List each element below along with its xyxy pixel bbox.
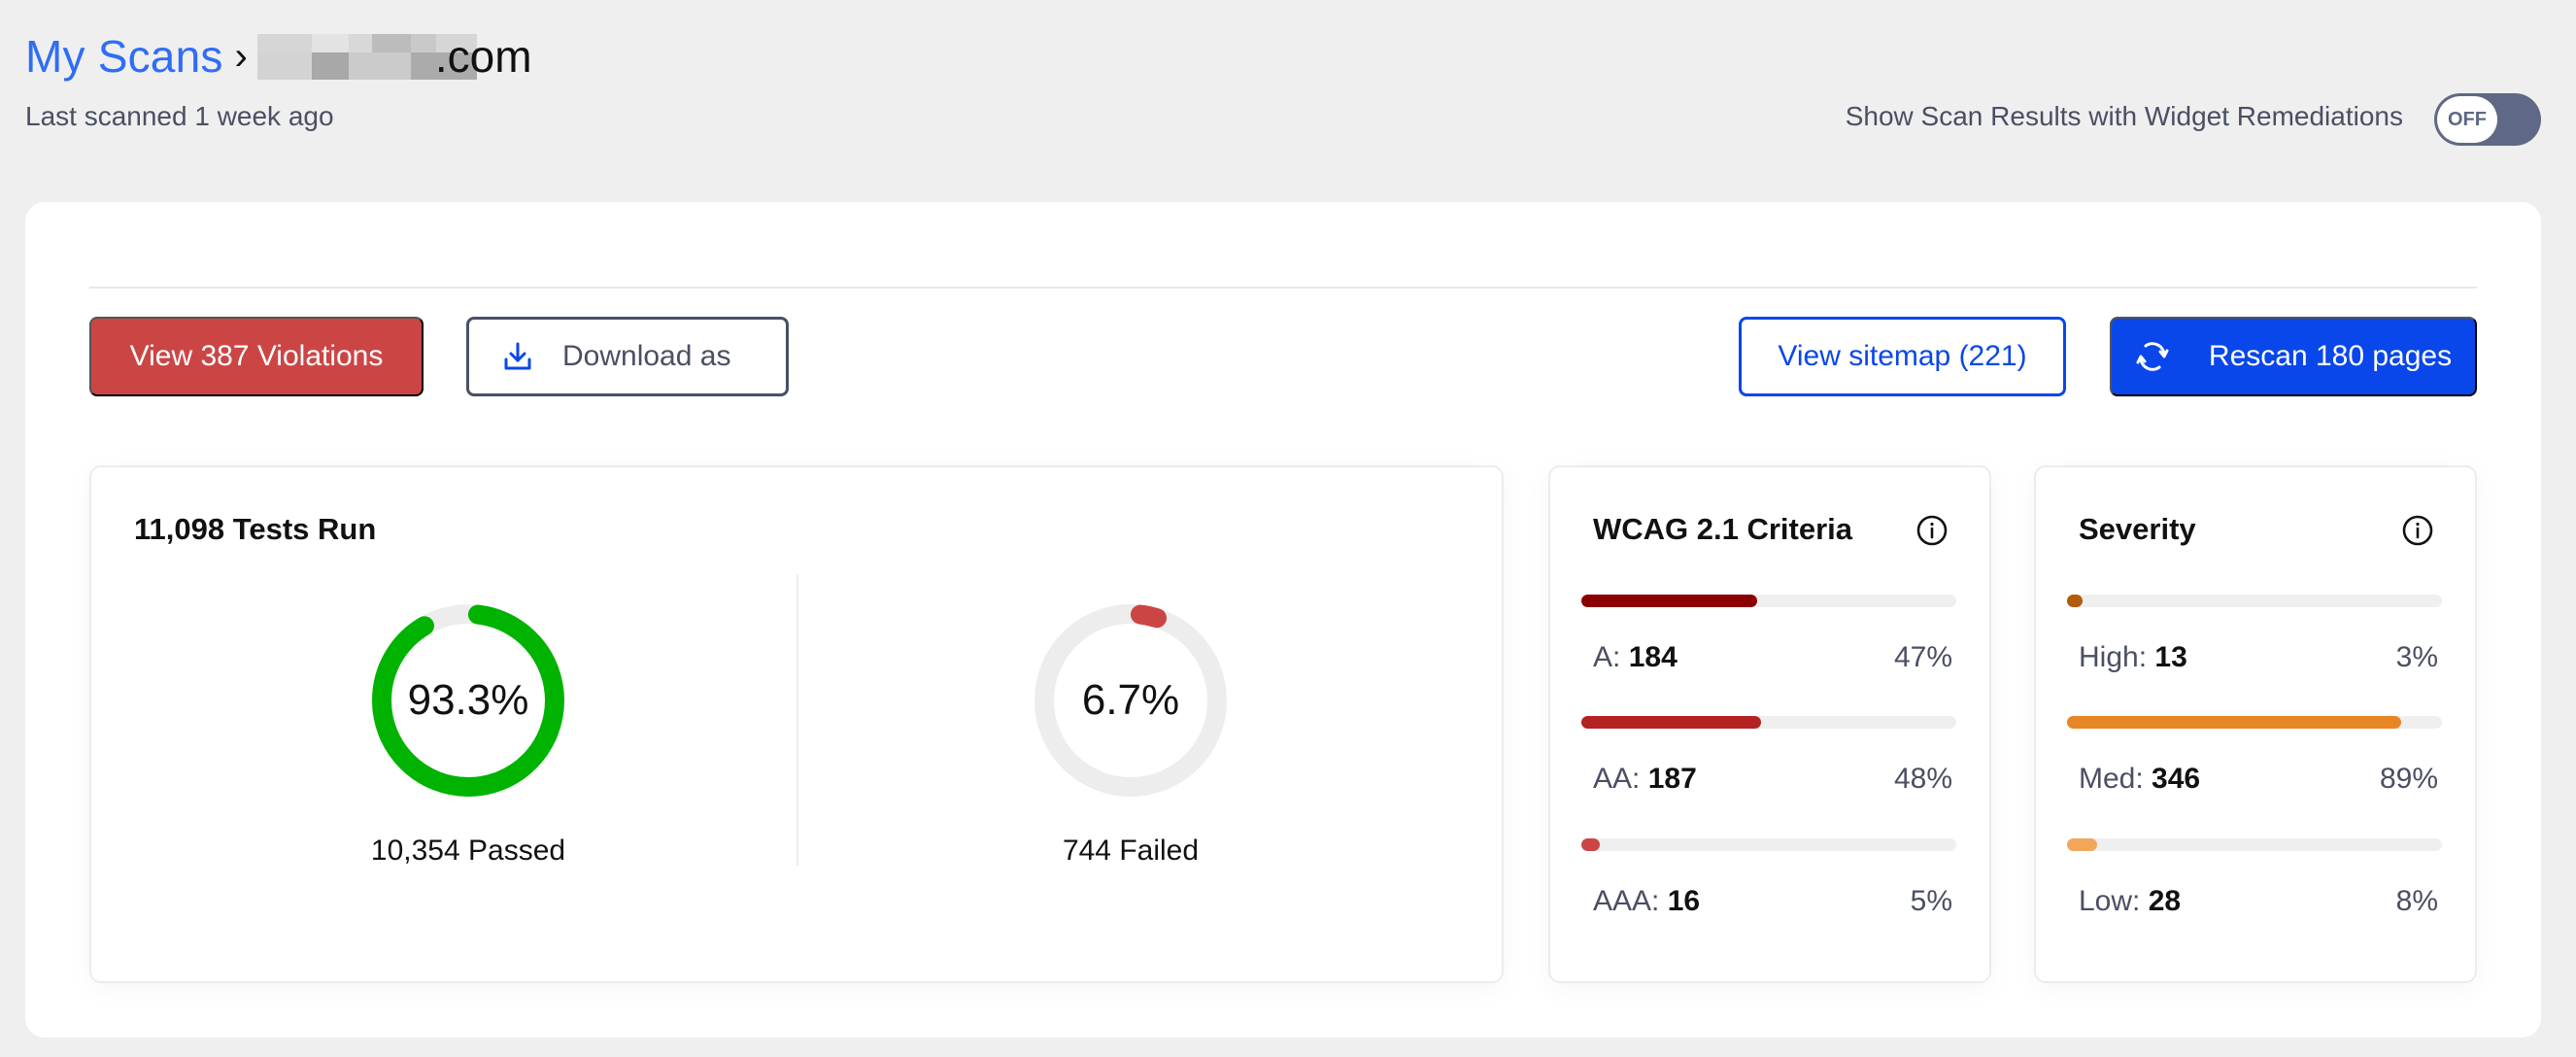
severity-percent: 8% xyxy=(2395,885,2438,917)
bar-fill xyxy=(2067,716,2401,729)
severity-row-low: Low: 28 8% xyxy=(2067,838,2448,945)
level-label: AA: xyxy=(1593,763,1641,795)
wcag-row-aaa: AAA: 16 5% xyxy=(1581,838,1962,945)
severity-count: 346 xyxy=(2152,763,2201,795)
download-as-label: Download as xyxy=(562,340,731,372)
breadcrumb-my-scans-link[interactable]: My Scans xyxy=(25,30,223,83)
wcag-row-a: A: 184 47% xyxy=(1581,595,1962,701)
info-icon[interactable] xyxy=(1915,514,1949,547)
severity-count: 28 xyxy=(2148,885,2182,917)
rescan-button[interactable]: Rescan 180 pages xyxy=(2110,317,2477,396)
bar-track xyxy=(1581,838,1956,851)
redacted-domain xyxy=(256,33,477,80)
bar-track xyxy=(2067,838,2442,851)
failed-percent: 6.7% xyxy=(1081,676,1180,724)
vertical-divider xyxy=(797,574,798,866)
view-violations-button[interactable]: View 387 Violations xyxy=(89,317,424,396)
severity-label: High: xyxy=(2079,641,2148,673)
severity-title: Severity xyxy=(2079,512,2196,546)
bar-track xyxy=(2067,595,2442,607)
severity-label: Low: xyxy=(2079,885,2141,917)
severity-row-high: High: 13 3% xyxy=(2067,595,2448,701)
level-label: A: xyxy=(1593,641,1621,673)
widget-remediations-label: Show Scan Results with Widget Remediatio… xyxy=(1845,101,2403,131)
bar-track xyxy=(1581,595,1956,607)
severity-label: Med: xyxy=(2079,763,2144,795)
breadcrumb: My Scans › .com xyxy=(25,25,532,87)
bar-fill xyxy=(1581,716,1762,729)
wcag-criteria-title: WCAG 2.1 Criteria xyxy=(1593,512,1853,546)
bar-fill xyxy=(2067,595,2083,607)
severity-card: Severity High: 13 3% Med: 346 89% Low: 2… xyxy=(2034,465,2477,983)
divider xyxy=(89,287,2477,289)
bar-fill xyxy=(1581,838,1601,851)
severity-count: 13 xyxy=(2154,641,2187,673)
passed-count: 10,354 Passed xyxy=(370,835,566,867)
bar-fill xyxy=(1581,595,1758,607)
passed-percent: 93.3% xyxy=(407,676,529,724)
wcag-criteria-card: WCAG 2.1 Criteria A: 184 47% AA: 187 48%… xyxy=(1548,465,1991,983)
level-count: 16 xyxy=(1667,885,1701,917)
breadcrumb-separator-icon: › xyxy=(234,34,248,78)
view-sitemap-button[interactable]: View sitemap (221) xyxy=(1739,317,2066,396)
bar-fill xyxy=(2067,838,2097,851)
passed-donut: 93.3% xyxy=(361,594,575,807)
tests-run-card: 11,098 Tests Run 93.3% 10,354 Passed 6.7… xyxy=(89,465,1504,983)
info-icon[interactable] xyxy=(2401,514,2434,547)
failed-count: 744 Failed xyxy=(1062,835,1200,867)
bar-track xyxy=(2067,716,2442,729)
rescan-label: Rescan 180 pages xyxy=(2208,340,2453,372)
refresh-icon xyxy=(2136,342,2169,371)
severity-percent: 3% xyxy=(2395,641,2438,673)
widget-remediations-toggle[interactable]: OFF xyxy=(2434,93,2541,146)
level-label: AAA: xyxy=(1593,885,1660,917)
level-count: 187 xyxy=(1647,763,1697,795)
tests-run-title: 11,098 Tests Run xyxy=(134,512,377,546)
level-count: 184 xyxy=(1628,641,1678,673)
wcag-row-aa: AA: 187 48% xyxy=(1581,716,1962,823)
download-as-button[interactable]: Download as xyxy=(466,317,789,396)
severity-percent: 89% xyxy=(2379,763,2438,795)
failed-donut: 6.7% xyxy=(1024,594,1237,807)
toggle-knob: OFF xyxy=(2437,96,2497,143)
last-scanned-text: Last scanned 1 week ago xyxy=(25,101,334,131)
level-percent: 5% xyxy=(1910,885,1952,917)
breadcrumb-current-domain: .com xyxy=(434,31,532,82)
level-percent: 48% xyxy=(1893,763,1952,795)
level-percent: 47% xyxy=(1893,641,1952,673)
download-icon xyxy=(504,342,531,370)
bar-track xyxy=(1581,716,1956,729)
severity-row-med: Med: 346 89% xyxy=(2067,716,2448,823)
